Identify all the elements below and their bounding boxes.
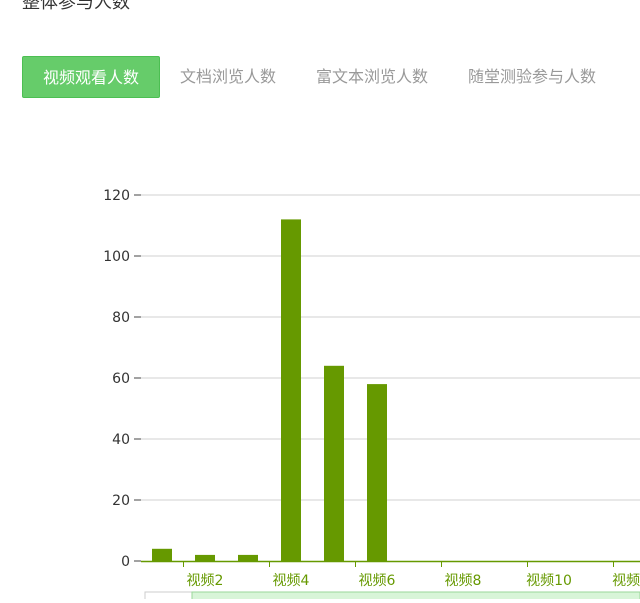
x-tick-label: 视频4 xyxy=(273,573,310,589)
bar-chart-svg: 0 20 40 60 80 100 120 视频2 视频4 视频6 视频8 视频10 视频12 xyxy=(103,188,640,601)
page-title: 整体参与人数 xyxy=(22,0,130,13)
tab-richtext-views[interactable]: 富文本浏览人数 xyxy=(296,56,448,98)
y-tick-label: 20 xyxy=(112,493,130,509)
zoom-slider-window xyxy=(191,591,640,601)
x-tick-label: 视频8 xyxy=(445,573,482,589)
bar xyxy=(324,365,344,561)
x-tick-label: 视频6 xyxy=(359,573,396,589)
tab-video-views[interactable]: 视频观看人数 xyxy=(22,56,161,98)
bar xyxy=(152,548,172,561)
tab-bar: 视频观看人数 文档浏览人数 富文本浏览人数 随堂测验参与人数 xyxy=(22,56,616,98)
bar xyxy=(367,384,387,561)
y-tick-label: 40 xyxy=(112,432,130,448)
y-tick-label: 100 xyxy=(103,249,130,265)
x-tick-label: 视频2 xyxy=(187,573,224,589)
y-tick-label: 0 xyxy=(121,554,130,570)
x-tick-label: 视频12 xyxy=(612,573,640,589)
tab-document-views[interactable]: 文档浏览人数 xyxy=(160,56,296,98)
bar xyxy=(195,554,215,561)
bar xyxy=(281,219,301,561)
tab-quiz-participants[interactable]: 随堂测验参与人数 xyxy=(448,56,616,98)
bar xyxy=(238,554,258,561)
x-tick-label: 视频10 xyxy=(526,573,572,589)
bar-chart: 0 20 40 60 80 100 120 视频2 视频4 视频6 视频8 视频10 视频12 xyxy=(0,150,640,601)
y-tick-label: 60 xyxy=(112,371,130,387)
y-tick-label: 80 xyxy=(112,310,130,326)
y-tick-label: 120 xyxy=(103,188,130,204)
